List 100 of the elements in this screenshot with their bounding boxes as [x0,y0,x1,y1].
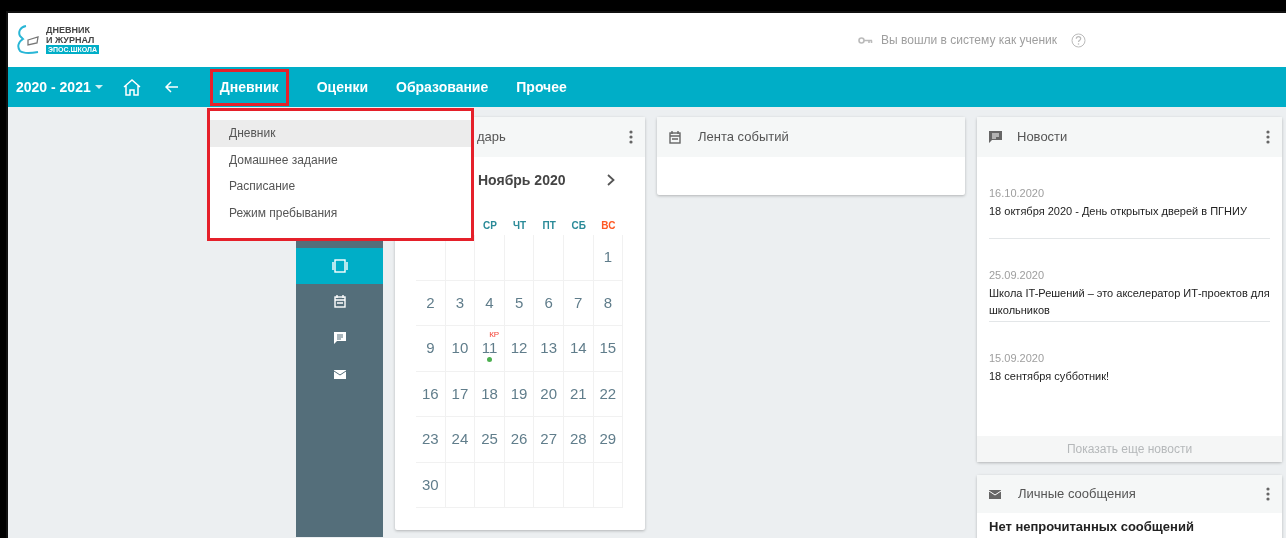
day-number[interactable]: 13 [540,337,557,360]
empty-day-cell [475,235,505,281]
day-number[interactable]: 20 [540,382,557,405]
day-number[interactable]: 19 [510,382,528,405]
news-title[interactable]: Школа IT-Решений – это акселератор ИТ-проектов для школьников [989,284,1270,319]
day-cell[interactable]: 28 [563,417,594,463]
logo-text: И ЖУРНАЛ [46,34,96,45]
day-cell[interactable]: 21 [563,371,594,417]
day-cell[interactable]: 19 [504,371,535,417]
day-number[interactable]: 28 [569,428,587,451]
day-cell[interactable]: 12 [504,326,535,372]
day-number[interactable]: 15 [599,337,617,360]
day-number[interactable]: 8 [603,291,613,314]
day-cell[interactable]: 26 [504,417,535,463]
day-number[interactable]: 22 [599,382,617,405]
day-number[interactable]: 14 [569,337,587,360]
day-number[interactable]: 7 [574,291,583,314]
day-number[interactable]: 26 [510,428,528,451]
back-arrow-icon[interactable] [164,81,179,93]
login-status: Вы вошли в систему как ученик [881,32,1057,49]
view-icon [331,259,348,273]
logo-text: ДНЕВНИК [46,24,91,35]
day-cell[interactable]: 22 [593,371,624,417]
news-date: 15.09.2020 [989,351,1045,366]
weekday-label: СБ [571,218,586,233]
news-date: 25.09.2020 [989,268,1045,283]
day-cell[interactable]: 25 [475,417,505,463]
day-cell[interactable]: 6 [534,280,564,326]
day-cell[interactable]: 23 [416,417,446,463]
nav-tab[interactable]: Оценки [302,68,382,106]
card-title: Новости [1017,128,1068,147]
weekday-label: ПТ [542,218,556,233]
day-cell[interactable]: 2 [416,280,446,326]
day-number[interactable]: 21 [569,382,587,405]
day-cell[interactable]: 10 [445,326,476,372]
day-number[interactable]: 10 [451,337,469,360]
next-month-icon[interactable] [607,174,615,186]
nav-tab[interactable]: Образование [382,68,503,106]
caret-icon [94,85,103,89]
menu-item[interactable]: Дневник [210,120,471,147]
day-cell[interactable]: 5 [504,280,535,326]
day-number[interactable]: 2 [426,291,435,314]
nav-tab[interactable]: Прочее [502,68,581,106]
weekday-label: СР [483,218,497,233]
calendar-icon [669,130,681,144]
day-cell[interactable]: 24 [445,417,476,463]
day-cell[interactable]: 1 [593,235,624,281]
day-number[interactable]: 17 [451,382,469,405]
news-icon [332,331,347,345]
day-number[interactable]: 23 [421,428,439,451]
home-icon[interactable] [121,77,142,97]
day-cell[interactable]: 3 [445,280,476,326]
calendar-icon [332,295,347,309]
more-menu-icon[interactable] [1266,130,1270,144]
day-cell[interactable]: 30 [416,462,446,508]
day-number[interactable]: 27 [540,428,557,451]
nav-tab[interactable]: Дневник [209,68,289,106]
logo-icon [16,24,42,54]
day-number[interactable]: 18 [481,382,498,405]
day-number[interactable]: 3 [455,291,465,314]
day-cell[interactable]: 14 [563,326,594,372]
day-cell[interactable]: 27 [534,417,564,463]
day-cell[interactable]: 8 [593,280,624,326]
day-cell[interactable]: 18 [475,371,505,417]
day-number[interactable]: 30 [421,473,439,496]
day-number[interactable]: 1 [603,246,613,269]
news-icon [989,131,1002,143]
day-cell[interactable]: 15 [593,326,624,372]
card-title: дарь [476,128,506,147]
more-menu-icon[interactable] [629,130,633,144]
news-title[interactable]: 18 октября 2020 - День открытых дверей в ПГНИУ [989,202,1270,220]
day-number[interactable]: 16 [421,382,439,405]
day-number[interactable]: 12 [510,337,528,360]
day-number[interactable]: 24 [451,428,469,451]
weekday-label: ЧТ [513,218,527,233]
key-icon [858,36,873,44]
weekday-label: ВС [601,218,616,233]
day-number[interactable]: 29 [599,428,617,451]
mail-icon [989,489,1001,499]
day-number[interactable]: 4 [485,291,494,314]
year-selector[interactable]: 2020 - 2021 [16,76,103,98]
card-title: Лента событий [698,128,789,147]
more-menu-icon[interactable] [1266,487,1270,501]
day-cell[interactable]: 20 [534,371,564,417]
day-cell[interactable]: 4 [475,280,505,326]
month-title: Ноябрь 2020 [478,170,566,190]
day-cell[interactable]: 17 [445,371,476,417]
day-cell[interactable]: 13 [534,326,564,372]
day-cell[interactable]: 11 КР [475,326,505,372]
card-title: Личные сообщения [1018,485,1136,504]
empty-messages-text: Нет непрочитанных сообщений [989,519,1194,535]
day-cell[interactable]: 9 [416,326,446,372]
day-cell[interactable]: 29 [593,417,624,463]
day-number[interactable]: 25 [481,428,498,451]
news-title[interactable]: 18 сентября субботник! [989,367,1270,385]
day-number[interactable]: 9 [426,337,435,360]
day-cell[interactable]: 16 [416,371,446,417]
day-cell[interactable]: 7 [563,280,594,326]
day-number[interactable]: 5 [514,291,524,314]
day-number[interactable]: 6 [544,291,553,314]
